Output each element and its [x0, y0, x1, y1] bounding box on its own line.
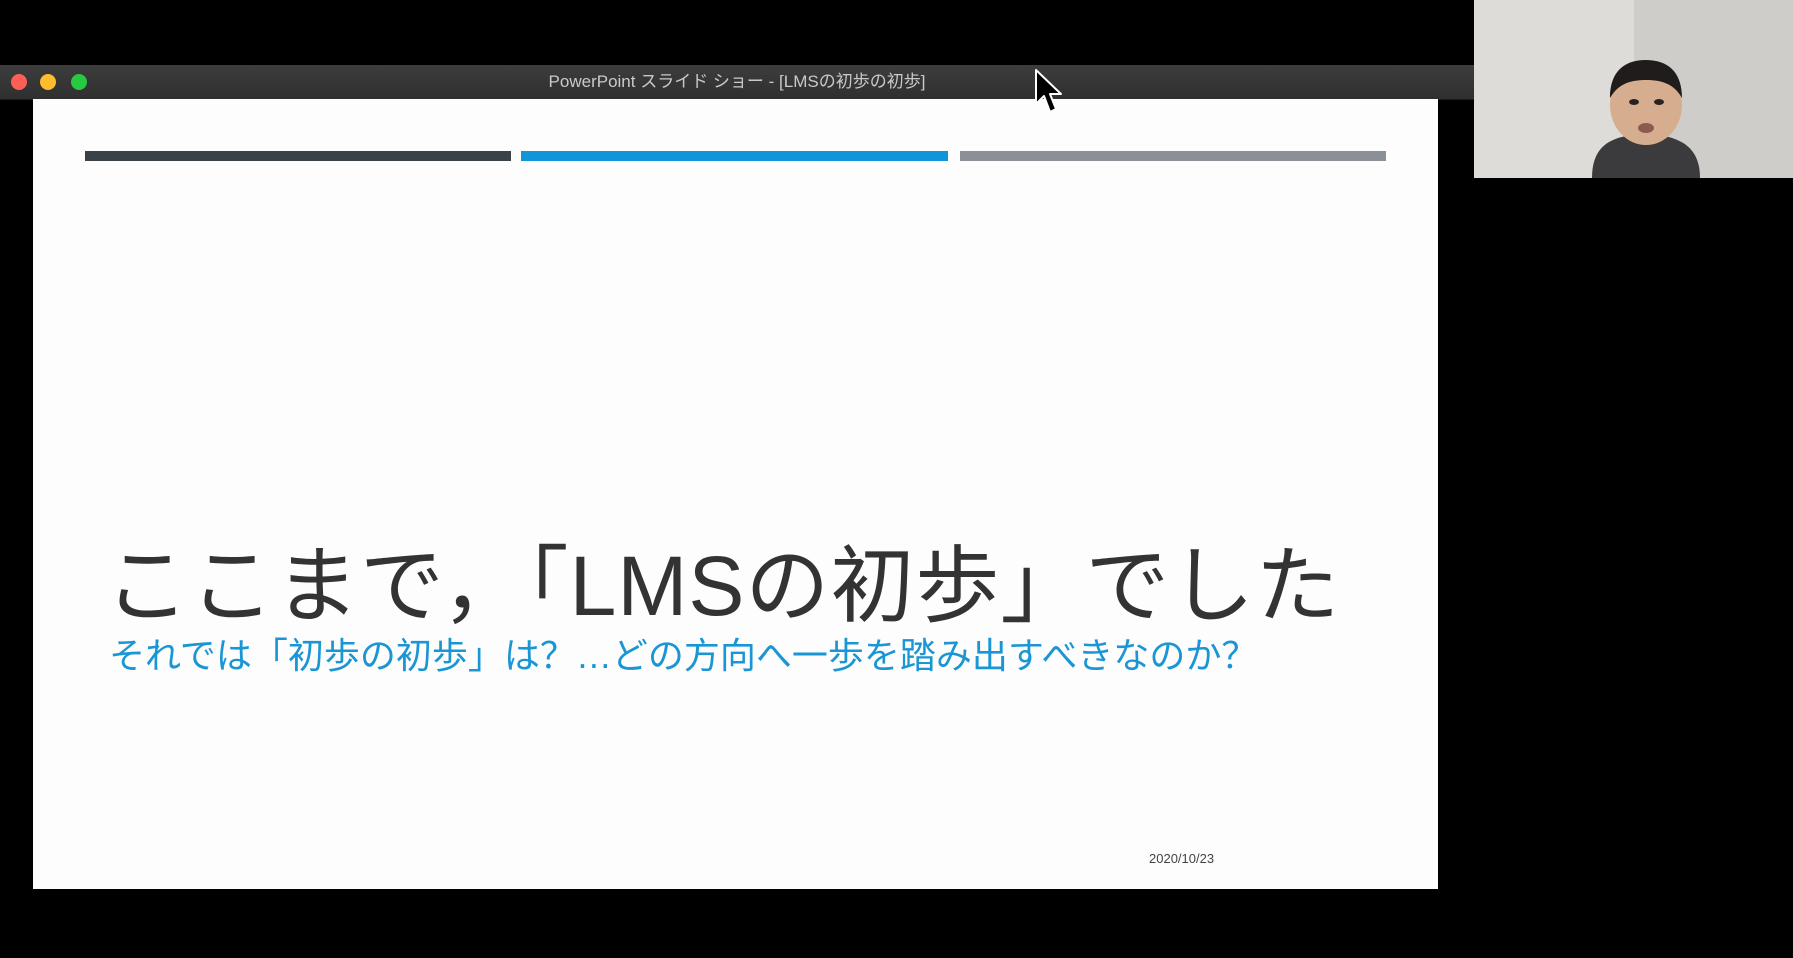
- header-bar-blue: [521, 151, 948, 161]
- window-titlebar[interactable]: PowerPoint スライド ショー - [LMSの初歩の初歩]: [0, 65, 1474, 100]
- slide-date: 2020/10/23: [1149, 851, 1215, 866]
- slideshow-window: PowerPoint スライド ショー - [LMSの初歩の初歩] ここまで，「…: [0, 65, 1474, 889]
- header-bar-dark: [85, 151, 511, 161]
- window-title: PowerPoint スライド ショー - [LMSの初歩の初歩]: [548, 72, 926, 91]
- webcam-video-feed: [1474, 0, 1793, 178]
- header-bar-gray: [960, 151, 1386, 161]
- person-video-icon: [1474, 0, 1793, 178]
- presentation-slide[interactable]: ここまで，「LMSの初歩」でした それでは「初歩の初歩」は？…どの方向へ一歩を踏…: [33, 99, 1438, 889]
- slide-title: ここまで，「LMSの初歩」でした: [105, 539, 1341, 633]
- slide-subtitle: それでは「初歩の初歩」は？…どの方向へ一歩を踏み出すべきなのか？: [109, 635, 1258, 676]
- arrow-pointer-icon: [1035, 69, 1062, 113]
- bottom-black-strip: [0, 889, 1793, 958]
